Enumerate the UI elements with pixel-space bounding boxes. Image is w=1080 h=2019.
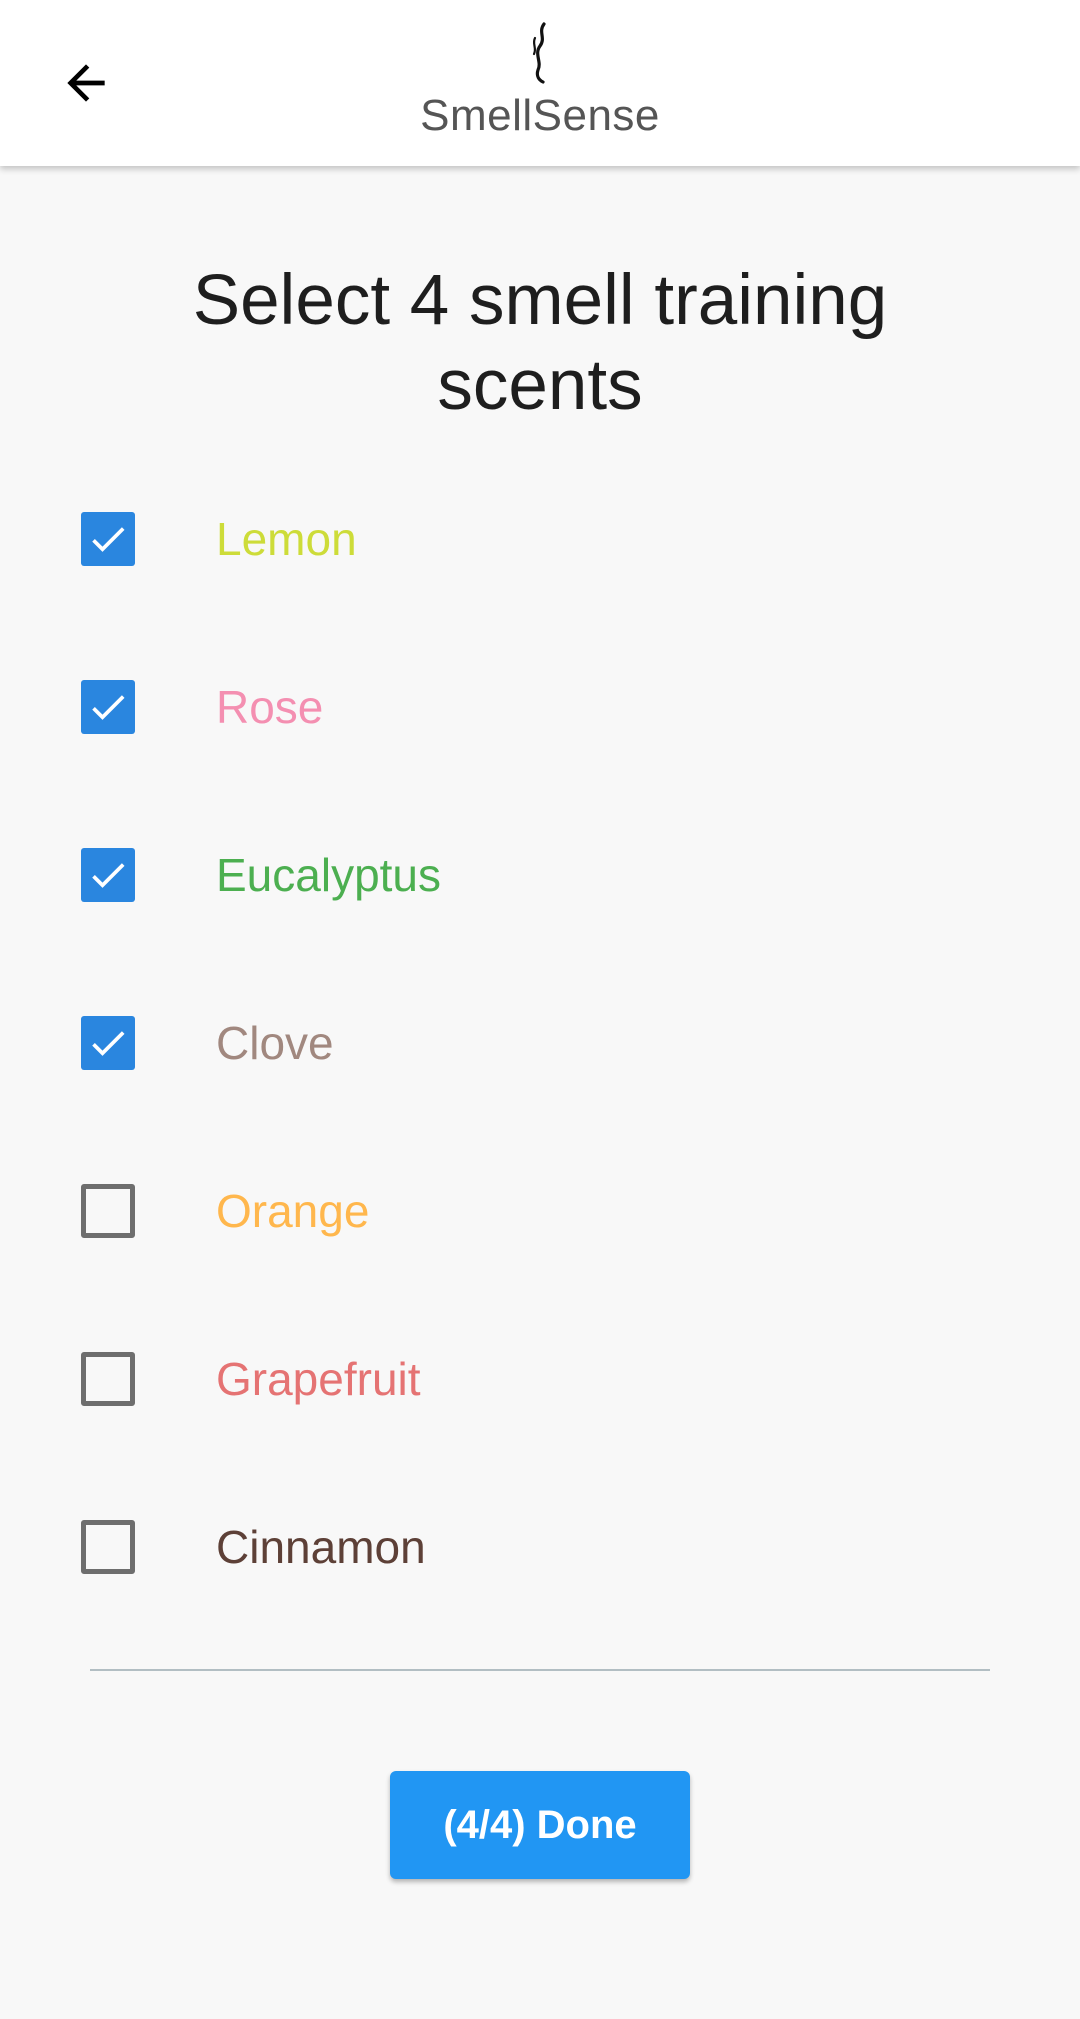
check-icon bbox=[92, 527, 125, 552]
scent-row-cinnamon[interactable]: Cinnamon bbox=[0, 1463, 1080, 1631]
scent-checkbox[interactable] bbox=[81, 680, 135, 734]
check-icon bbox=[92, 863, 125, 888]
scent-row-rose[interactable]: Rose bbox=[0, 623, 1080, 791]
app-logo: SmellSense bbox=[0, 18, 1080, 142]
check-icon bbox=[92, 695, 125, 720]
scent-label: Grapefruit bbox=[216, 1353, 421, 1405]
scent-checkbox[interactable] bbox=[81, 848, 135, 902]
divider bbox=[90, 1669, 990, 1671]
scent-label: Rose bbox=[216, 681, 324, 733]
scent-checkbox[interactable] bbox=[81, 512, 135, 566]
scent-row-lemon[interactable]: Lemon bbox=[0, 455, 1080, 623]
scent-checkbox[interactable] bbox=[81, 1520, 135, 1574]
app-title: SmellSense bbox=[420, 91, 660, 140]
check-icon bbox=[92, 1031, 125, 1056]
smoke-wisp-icon bbox=[532, 22, 546, 84]
scent-row-grapefruit[interactable]: Grapefruit bbox=[0, 1295, 1080, 1463]
scent-label: Eucalyptus bbox=[216, 849, 442, 901]
scent-label: Orange bbox=[216, 1185, 370, 1237]
scent-list: Lemon Rose Eucalyptus Clove Orange Grapefruit… bbox=[0, 455, 1080, 1631]
scent-row-eucalyptus[interactable]: Eucalyptus bbox=[0, 791, 1080, 959]
scent-label: Lemon bbox=[216, 513, 357, 565]
scent-label: Clove bbox=[216, 1017, 334, 1069]
scent-checkbox[interactable] bbox=[81, 1352, 135, 1406]
scent-row-clove[interactable]: Clove bbox=[0, 959, 1080, 1127]
scent-checkbox[interactable] bbox=[81, 1016, 135, 1070]
scent-row-orange[interactable]: Orange bbox=[0, 1127, 1080, 1295]
scent-label: Cinnamon bbox=[216, 1521, 426, 1573]
scent-checkbox[interactable] bbox=[81, 1184, 135, 1238]
done-button[interactable]: (4/4) Done bbox=[390, 1771, 690, 1879]
app-bar: SmellSense bbox=[0, 0, 1080, 166]
page-title: Select 4 smell training scents bbox=[192, 261, 888, 425]
